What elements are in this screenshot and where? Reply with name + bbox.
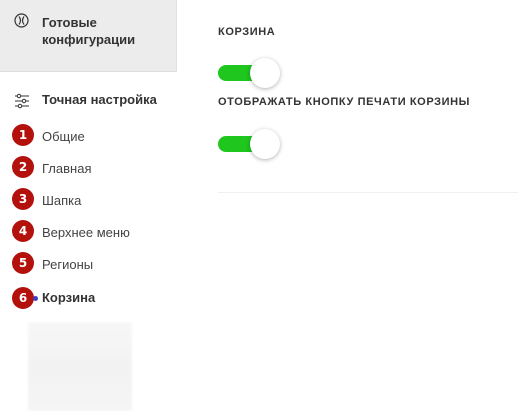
toggle-cart[interactable] xyxy=(218,58,282,90)
menu-item-label: Шапка xyxy=(42,193,82,208)
step-badge: 1 xyxy=(12,124,34,146)
step-badge: 6 xyxy=(12,287,34,309)
menu-item-main[interactable]: 2 Главная xyxy=(0,154,177,184)
settings-panel: КОРЗИНА ОТОБРАЖАТЬ КНОПКУ ПЕЧАТИ КОРЗИНЫ xyxy=(177,0,518,411)
sidebar: Готовые конфигурации Точная настройка 1 … xyxy=(0,0,177,411)
menu-item-label: Корзина xyxy=(42,290,96,305)
blurred-placeholder xyxy=(28,322,132,411)
setting-title-print-button: ОТОБРАЖАТЬ КНОПКУ ПЕЧАТИ КОРЗИНЫ xyxy=(218,96,471,108)
menu-item-label: Верхнее меню xyxy=(42,225,130,240)
setting-title-cart: КОРЗИНА xyxy=(218,26,276,38)
ready-configurations-label: Готовые конфигурации xyxy=(42,15,136,47)
step-badge: 2 xyxy=(12,156,34,178)
menu-item-label: Общие xyxy=(42,129,85,144)
active-indicator-dot xyxy=(33,296,38,301)
section-divider xyxy=(218,192,518,193)
toggle-knob xyxy=(250,58,280,88)
ready-configurations-button[interactable]: Готовые конфигурации xyxy=(0,0,177,72)
step-badge: 4 xyxy=(12,220,34,242)
menu-item-regions[interactable]: 5 Регионы xyxy=(0,250,177,280)
sliders-icon xyxy=(15,93,29,109)
fine-tuning-label: Точная настройка xyxy=(42,92,157,107)
menu-item-label: Регионы xyxy=(42,257,94,272)
menu-item-header[interactable]: 3 Шапка xyxy=(0,186,177,216)
toggle-knob xyxy=(250,129,280,159)
toggle-print-button[interactable] xyxy=(218,129,282,161)
step-badge: 3 xyxy=(12,188,34,210)
menu-item-general[interactable]: 1 Общие xyxy=(0,122,177,152)
menu-item-cart[interactable]: 6 Корзина xyxy=(0,285,177,315)
menu-item-top-menu[interactable]: 4 Верхнее меню xyxy=(0,218,177,248)
menu-item-label: Главная xyxy=(42,161,92,176)
step-badge: 5 xyxy=(12,252,34,274)
ready-config-icon xyxy=(14,13,29,28)
